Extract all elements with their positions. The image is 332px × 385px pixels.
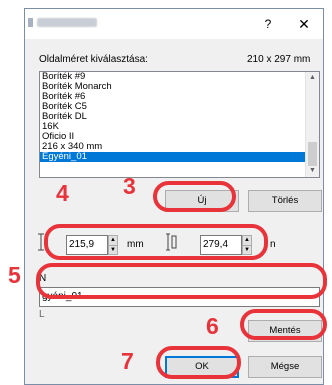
save-button[interactable]: Mentés	[248, 320, 322, 342]
window-title-blurred	[37, 18, 97, 27]
stepper-up-icon[interactable]: ▲	[109, 236, 117, 246]
height-dimension-icon	[166, 233, 177, 251]
help-button[interactable]: ?	[253, 9, 283, 39]
scroll-up-icon[interactable]: ▲	[306, 72, 319, 84]
width-input[interactable]: 215,9	[66, 235, 108, 255]
name-label: N	[39, 273, 47, 284]
paper-size-label: Oldalméret kiválasztása:	[39, 54, 148, 65]
delete-button[interactable]: Törlés	[248, 190, 322, 212]
step-4-marker: 4	[56, 180, 69, 206]
list-scrollbar[interactable]: ▲ ▼	[305, 72, 319, 177]
width-stepper[interactable]: ▲ ▼	[108, 235, 118, 255]
step-6-marker: 6	[206, 313, 219, 339]
list-item[interactable]: Boríték DL	[40, 112, 319, 122]
paper-size-value: 210 x 297 mm	[247, 54, 311, 65]
step-3-marker: 3	[123, 173, 136, 199]
height-stepper[interactable]: ▲ ▼	[242, 235, 252, 255]
new-button[interactable]: Új	[165, 190, 239, 212]
app-icon	[28, 18, 33, 27]
paper-size-list[interactable]: Boríték #9 Boríték Monarch Boríték #6 Bo…	[39, 71, 320, 178]
scroll-down-icon[interactable]: ▼	[306, 165, 319, 177]
scroll-thumb[interactable]	[308, 142, 317, 166]
step-5-marker: 5	[8, 262, 21, 288]
width-dimension-icon	[38, 233, 44, 251]
stepper-down-icon[interactable]: ▼	[243, 246, 251, 255]
custom-paper-size-dialog: ? ✕ Oldalméret kiválasztása: 210 x 297 m…	[24, 8, 324, 385]
title-bar[interactable]: ? ✕	[25, 9, 323, 39]
width-unit-label: mm	[127, 239, 144, 250]
ok-button[interactable]: OK	[165, 356, 239, 378]
list-item-selected[interactable]: Egyéni_01	[40, 152, 308, 162]
height-unit-label: n	[270, 239, 276, 250]
cancel-button[interactable]: Mégse	[248, 356, 322, 378]
close-button[interactable]: ✕	[287, 9, 321, 39]
name-hint-label: L	[39, 309, 45, 320]
height-input[interactable]: 279,4	[200, 235, 242, 255]
step-7-marker: 7	[121, 348, 134, 374]
stepper-up-icon[interactable]: ▲	[243, 236, 251, 246]
name-input[interactable]: gyéni_01	[39, 287, 320, 307]
stepper-down-icon[interactable]: ▼	[109, 246, 117, 255]
list-item[interactable]: 16K	[40, 122, 319, 132]
